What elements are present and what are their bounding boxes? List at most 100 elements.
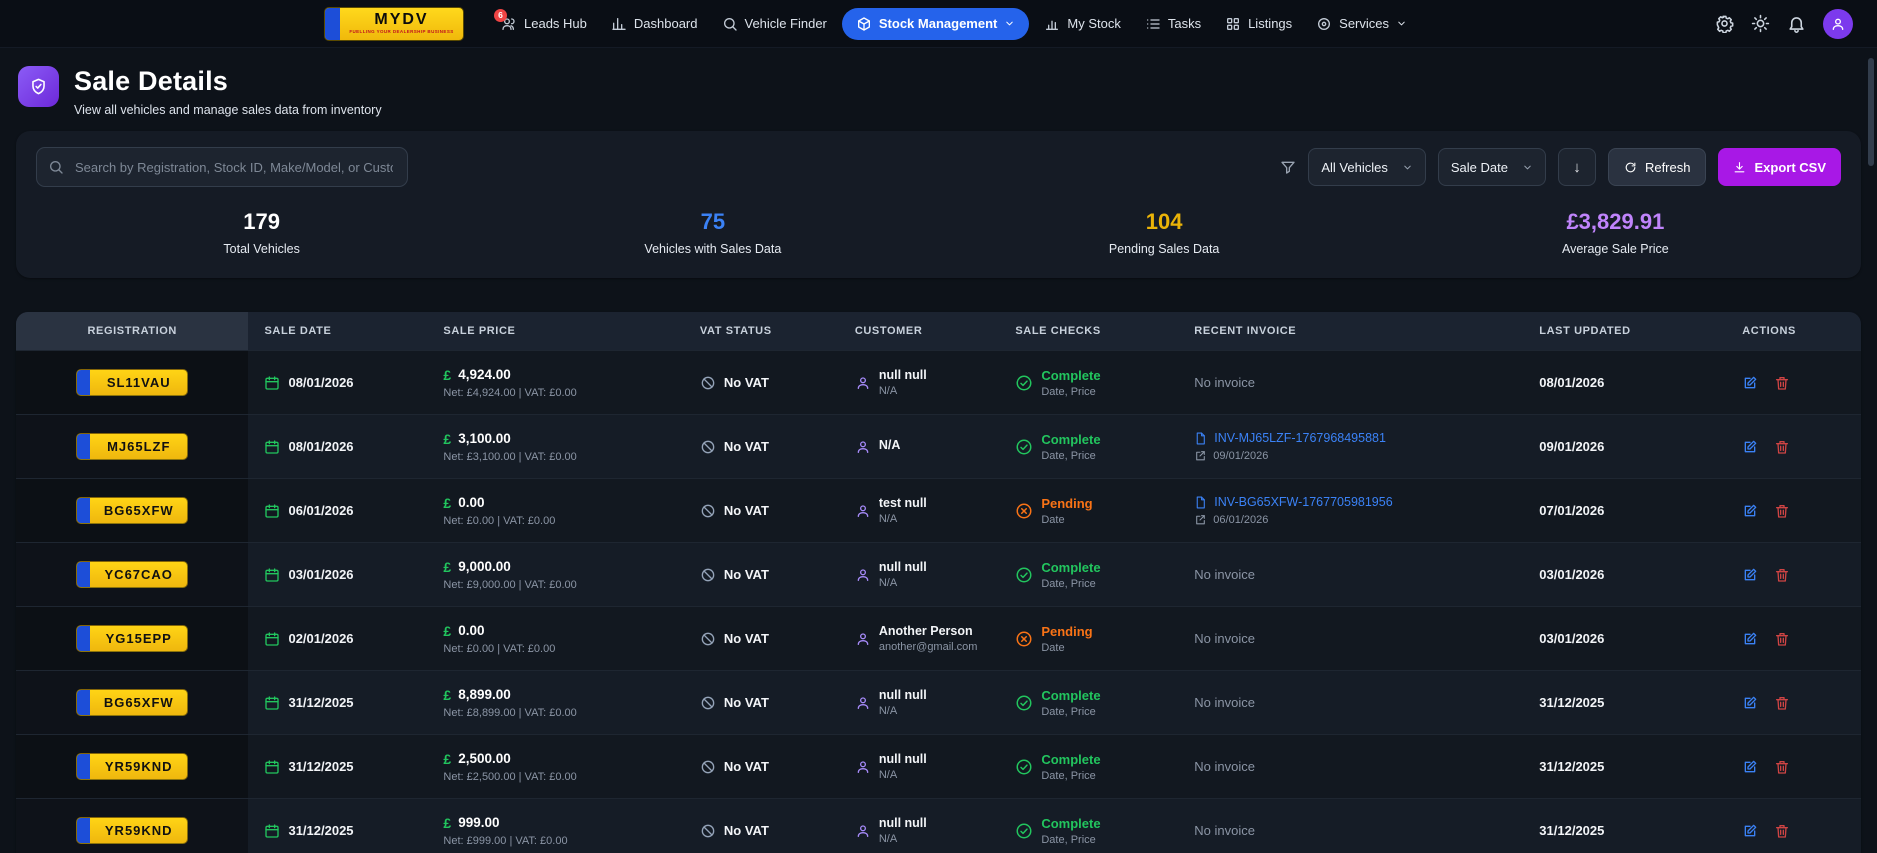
calendar-icon	[265, 439, 280, 454]
customer-cell: null null N/A	[839, 351, 1000, 414]
edit-pencil-icon	[1744, 824, 1757, 836]
customer-person-icon	[857, 632, 869, 645]
customer-name: null null	[878, 816, 927, 830]
invoice-top-line: INV-MJ65LZF-1767968495881	[1194, 431, 1386, 445]
nav-label-stock-management: Stock Management	[878, 16, 998, 31]
last-updated-text: 31/12/2025	[1539, 823, 1605, 838]
sort-field-select[interactable]: Sale Date	[1437, 148, 1546, 186]
nav-label-tasks: Tasks	[1167, 16, 1202, 31]
check-lines: Complete Date, Price	[1041, 432, 1100, 462]
vat-status-cell: No VAT	[684, 799, 839, 853]
plate-gb-strip	[77, 434, 91, 459]
pound-icon: £	[443, 686, 452, 703]
sort-direction-button[interactable]: ↓	[1557, 148, 1596, 186]
calendar-icon	[265, 759, 280, 774]
nav-listings[interactable]: Listings	[1216, 9, 1301, 39]
edit-sale-button[interactable]	[1742, 503, 1758, 519]
nav-services[interactable]: Services	[1307, 9, 1416, 39]
table-row: BG65XFW 06/01/2026 £ 0.00 Net: £0.00 | V…	[16, 478, 1861, 542]
external-link-icon	[1196, 451, 1206, 461]
brand-logo[interactable]: MYDV FUELLING YOUR DEALERSHIP BUSINESS	[324, 6, 464, 41]
theme-sun-icon[interactable]	[1751, 14, 1770, 33]
table-body: SL11VAU 08/01/2026 £ 4,924.00 Net: £4,92…	[16, 350, 1861, 853]
check-circle-icon	[1016, 375, 1032, 390]
nav-vehicle-finder[interactable]: Vehicle Finder	[713, 9, 836, 39]
registration-text: YC67CAO	[104, 567, 173, 582]
pound-icon: £	[443, 622, 452, 639]
settings-gear-icon[interactable]	[1715, 14, 1734, 33]
delete-sale-button[interactable]	[1774, 631, 1790, 647]
sale-date-cell: 03/01/2026	[248, 543, 427, 606]
delete-sale-button[interactable]	[1774, 823, 1790, 839]
notifications-bell-icon[interactable]	[1787, 14, 1806, 33]
edit-sale-button[interactable]	[1742, 631, 1758, 647]
delete-sale-button[interactable]	[1774, 695, 1790, 711]
delete-sale-button[interactable]	[1774, 375, 1790, 391]
user-avatar[interactable]	[1823, 8, 1853, 39]
check-lines: Pending Date	[1041, 624, 1092, 654]
customer-lines: null null N/A	[879, 560, 927, 589]
delete-sale-button[interactable]	[1774, 503, 1790, 519]
nav-dashboard[interactable]: Dashboard	[602, 9, 707, 39]
invoice-link[interactable]: INV-MJ65LZF-1767968495881	[1214, 431, 1386, 445]
page-scrollbar[interactable]	[1868, 58, 1874, 166]
registration-cell: YR59KND	[16, 799, 249, 853]
filter-funnel-icon[interactable]	[1280, 159, 1296, 175]
edit-sale-button[interactable]	[1742, 695, 1758, 711]
page-header: Sale Details View all vehicles and manag…	[0, 48, 1877, 131]
edit-sale-button[interactable]	[1742, 759, 1758, 775]
stat-average-sale-price-value: £3,829.91	[1566, 209, 1665, 234]
page-header-text: Sale Details View all vehicles and manag…	[74, 66, 382, 117]
sale-date-text: 08/01/2026	[288, 375, 354, 390]
export-csv-button[interactable]: Export CSV	[1718, 148, 1841, 186]
header-vat-status: VAT STATUS	[699, 325, 772, 337]
sale-date-text: 31/12/2025	[288, 823, 354, 838]
pound-icon: £	[443, 430, 452, 447]
sale-date-text: 31/12/2025	[288, 759, 354, 774]
sale-check-detail: Date	[1041, 641, 1065, 654]
registration-plate: MJ65LZF	[76, 433, 189, 460]
refresh-button[interactable]: Refresh	[1607, 148, 1707, 186]
sale-check-detail: Date, Price	[1041, 385, 1096, 398]
header-recent-invoice: RECENT INVOICE	[1194, 325, 1297, 337]
edit-sale-button[interactable]	[1742, 439, 1758, 455]
invoice-link[interactable]: INV-BG65XFW-1767705981956	[1214, 495, 1392, 509]
services-icon	[1316, 16, 1332, 32]
delete-sale-button[interactable]	[1774, 567, 1790, 583]
customer-lines: test null N/A	[879, 496, 927, 525]
nav-tasks[interactable]: Tasks	[1136, 9, 1210, 39]
sale-price-cell: £ 0.00 Net: £0.00 | VAT: £0.00	[427, 479, 683, 542]
search-input[interactable]	[36, 147, 408, 187]
edit-sale-button[interactable]	[1742, 823, 1758, 839]
vehicle-filter-select[interactable]: All Vehicles	[1308, 148, 1426, 186]
check-circle-icon	[1016, 567, 1032, 582]
calendar-icon	[265, 823, 280, 838]
sale-date-cell: 31/12/2025	[248, 735, 427, 798]
nav-my-stock[interactable]: My Stock	[1035, 9, 1129, 39]
calendar-icon	[265, 695, 280, 710]
nav-label-my-stock: My Stock	[1067, 16, 1121, 31]
sale-date-text: 02/01/2026	[288, 631, 354, 646]
price-amount: 0.00	[458, 495, 485, 510]
edit-sale-button[interactable]	[1742, 567, 1758, 583]
delete-sale-button[interactable]	[1774, 439, 1790, 455]
customer-detail: N/A	[878, 769, 898, 781]
customer-lines: N/A	[879, 438, 901, 455]
customer-lines: null null N/A	[879, 368, 927, 397]
nav-leads-hub[interactable]: 6 Leads Hub	[492, 8, 596, 39]
edit-sale-button[interactable]	[1742, 375, 1758, 391]
actions-cell	[1726, 607, 1861, 670]
customer-lines: null null N/A	[879, 688, 927, 717]
plate-gb-strip	[77, 626, 91, 651]
sale-date-cell: 31/12/2025	[248, 671, 427, 734]
sale-check-status: Complete	[1041, 431, 1101, 447]
last-updated-cell: 31/12/2025	[1523, 735, 1726, 798]
delete-sale-button[interactable]	[1774, 759, 1790, 775]
nav-stock-management[interactable]: Stock Management	[841, 7, 1030, 40]
edit-pencil-icon	[1744, 760, 1757, 772]
calendar-icon	[265, 567, 280, 582]
recent-invoice-cell: No invoice	[1178, 799, 1523, 853]
trash-icon	[1776, 568, 1789, 582]
customer-detail: N/A	[878, 705, 898, 717]
last-updated-text: 31/12/2025	[1539, 759, 1605, 774]
